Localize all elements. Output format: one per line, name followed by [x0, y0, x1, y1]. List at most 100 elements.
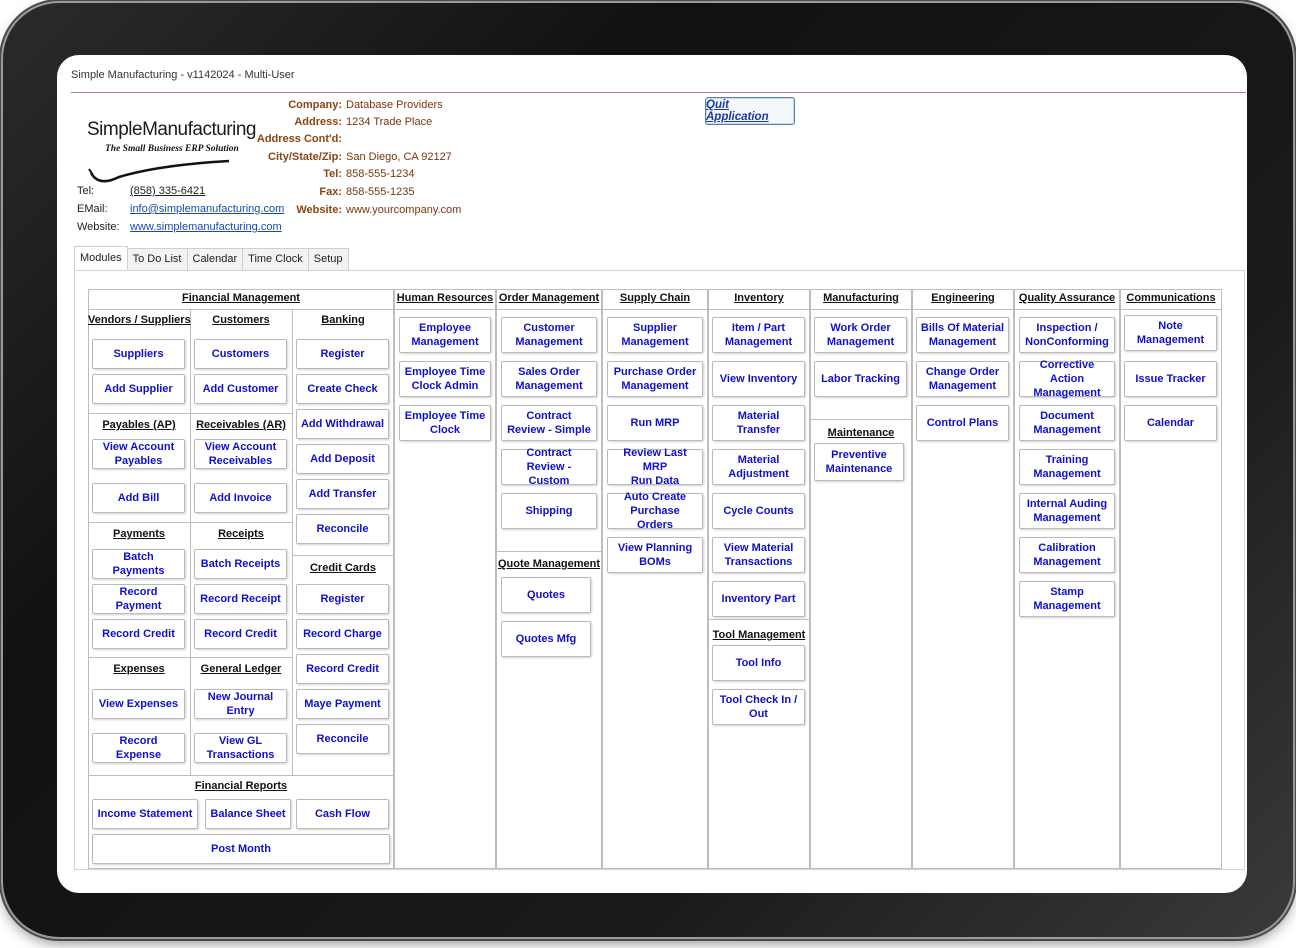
section-divider: [496, 551, 602, 552]
section-divider: [912, 309, 1014, 310]
run-mrp-button[interactable]: Run MRP: [607, 405, 703, 441]
tool-check-in-out-button[interactable]: Tool Check In / Out: [712, 689, 805, 725]
record-receipt-button[interactable]: Record Receipt: [194, 584, 287, 614]
company-field-value: 858-555-1235: [346, 186, 415, 198]
shipping-button[interactable]: Shipping: [501, 493, 597, 529]
preventive-maintenance-button[interactable]: Preventive Maintenance: [814, 443, 904, 481]
record-charge-button[interactable]: Record Charge: [296, 619, 389, 649]
contract-review-custom-button[interactable]: Contract Review - Custom: [501, 447, 597, 487]
tool-info-button[interactable]: Tool Info: [712, 645, 805, 681]
inspection-nonconforming-button[interactable]: Inspection / NonConforming: [1019, 317, 1115, 353]
corrective-action-management-button[interactable]: Corrective Action Management: [1019, 359, 1115, 399]
view-account-receivables-button[interactable]: View Account Receivables: [194, 439, 287, 469]
add-bill-button[interactable]: Add Bill: [92, 483, 185, 513]
inventory-header: Inventory: [734, 292, 784, 304]
customers-button[interactable]: Customers: [194, 339, 287, 369]
material-transfer-button[interactable]: Material Transfer: [712, 405, 805, 441]
record-credit-button[interactable]: Record Credit: [194, 619, 287, 649]
tab-modules[interactable]: Modules: [74, 246, 128, 270]
add-invoice-button[interactable]: Add Invoice: [194, 483, 287, 513]
tablet-frame: Simple Manufacturing - v1142024 - Multi-…: [3, 3, 1293, 937]
work-order-management-button[interactable]: Work Order Management: [814, 317, 907, 353]
batch-payments-button[interactable]: Batch Payments: [92, 549, 185, 579]
quality-assurance-header: Quality Assurance: [1018, 292, 1116, 304]
tab-calendar[interactable]: Calendar: [186, 248, 244, 270]
training-management-button[interactable]: Training Management: [1019, 449, 1115, 485]
section-divider: [88, 775, 394, 776]
view-account-payables-button[interactable]: View Account Payables: [92, 439, 185, 469]
quotes-mfg-button[interactable]: Quotes Mfg: [501, 621, 591, 657]
tab-to-do-list[interactable]: To Do List: [126, 248, 188, 270]
batch-receipts-button[interactable]: Batch Receipts: [194, 549, 287, 579]
control-plans-button[interactable]: Control Plans: [916, 405, 1009, 441]
calibration-management-button[interactable]: Calibration Management: [1019, 537, 1115, 573]
income-statement-button[interactable]: Income Statement: [92, 799, 198, 829]
tab-setup[interactable]: Setup: [307, 248, 349, 270]
customer-management-button[interactable]: Customer Management: [501, 317, 597, 353]
view-gl-transactions-button[interactable]: View GL Transactions: [194, 733, 287, 763]
view-material-transactions-button[interactable]: View Material Transactions: [712, 537, 805, 573]
record-payment-button[interactable]: Record Payment: [92, 584, 185, 614]
reconcile-button[interactable]: Reconcile: [296, 514, 389, 544]
section-divider: [88, 522, 292, 523]
suppliers-button[interactable]: Suppliers: [92, 339, 185, 369]
stamp-management-button[interactable]: Stamp Management: [1019, 581, 1115, 617]
manufacturing-header: Manufacturing: [823, 292, 899, 304]
calendar-button[interactable]: Calendar: [1124, 405, 1217, 441]
quotes-button[interactable]: Quotes: [501, 577, 591, 613]
tel-value: (858) 335-6421: [130, 185, 206, 197]
inventory-part-button[interactable]: Inventory Part: [712, 581, 805, 617]
record-credit-button[interactable]: Record Credit: [92, 619, 185, 649]
review-last-mrp-run-data-button[interactable]: Review Last MRP Run Data: [607, 447, 703, 487]
section-divider: [1120, 309, 1222, 310]
company-field-value: 858-555-1234: [346, 168, 415, 180]
sales-order-management-button[interactable]: Sales Order Management: [501, 361, 597, 397]
issue-tracker-button[interactable]: Issue Tracker: [1124, 361, 1217, 397]
view-inventory-button[interactable]: View Inventory: [712, 361, 805, 397]
item-part-management-button[interactable]: Item / Part Management: [712, 317, 805, 353]
record-expense-button[interactable]: Record Expense: [92, 733, 185, 763]
document-management-button[interactable]: Document Management: [1019, 405, 1115, 441]
employee-time-clock-button[interactable]: Employee Time Clock: [399, 405, 491, 441]
reconcile-button[interactable]: Reconcile: [296, 724, 389, 754]
view-planning-boms-button[interactable]: View Planning BOMs: [607, 537, 703, 573]
create-check-button[interactable]: Create Check: [296, 374, 389, 404]
company-field-label: Address:: [294, 116, 342, 128]
cash-flow-button[interactable]: Cash Flow: [296, 799, 389, 829]
add-customer-button[interactable]: Add Customer: [194, 374, 287, 404]
record-credit-button[interactable]: Record Credit: [296, 654, 389, 684]
view-expenses-button[interactable]: View Expenses: [92, 689, 185, 719]
internal-auding-management-button[interactable]: Internal Auding Management: [1019, 493, 1115, 529]
material-adjustment-button[interactable]: Material Adjustment: [712, 449, 805, 485]
cycle-counts-button[interactable]: Cycle Counts: [712, 493, 805, 529]
human-resources-header: Human Resources: [396, 292, 494, 304]
website-link[interactable]: www.simplemanufacturing.com: [130, 221, 282, 233]
change-order-management-button[interactable]: Change Order Management: [916, 361, 1009, 397]
post-month-button[interactable]: Post Month: [92, 834, 390, 864]
purchase-order-management-button[interactable]: Purchase Order Management: [607, 361, 703, 397]
contract-review-simple-button[interactable]: Contract Review - Simple: [501, 405, 597, 441]
employee-time-clock-admin-button[interactable]: Employee Time Clock Admin: [399, 361, 491, 397]
maye-payment-button[interactable]: Maye Payment: [296, 689, 389, 719]
company-field-label: City/State/Zip:: [268, 151, 342, 163]
expenses-header: Expenses: [113, 663, 165, 675]
labor-tracking-button[interactable]: Labor Tracking: [814, 361, 907, 397]
add-deposit-button[interactable]: Add Deposit: [296, 444, 389, 474]
bills-of-material-management-button[interactable]: Bills Of Material Management: [916, 317, 1009, 353]
register-button[interactable]: Register: [296, 584, 389, 614]
add-supplier-button[interactable]: Add Supplier: [92, 374, 185, 404]
register-button[interactable]: Register: [296, 339, 389, 369]
employee-management-button[interactable]: Employee Management: [399, 317, 491, 353]
section-divider: [292, 309, 293, 775]
window-title: Simple Manufacturing - v1142024 - Multi-…: [71, 69, 295, 81]
add-withdrawal-button[interactable]: Add Withdrawal: [296, 409, 389, 439]
quit-application-button[interactable]: Quit Application: [705, 97, 795, 125]
auto-create-purchase-orders-button[interactable]: Auto Create Purchase Orders: [607, 491, 703, 531]
add-transfer-button[interactable]: Add Transfer: [296, 479, 389, 509]
balance-sheet-button[interactable]: Balance Sheet: [205, 799, 291, 829]
note-management-button[interactable]: Note Management: [1124, 315, 1217, 351]
new-journal-entry-button[interactable]: New Journal Entry: [194, 689, 287, 719]
company-field-value: Database Providers: [346, 99, 443, 111]
supplier-management-button[interactable]: Supplier Management: [607, 317, 703, 353]
tab-time-clock[interactable]: Time Clock: [242, 248, 309, 270]
